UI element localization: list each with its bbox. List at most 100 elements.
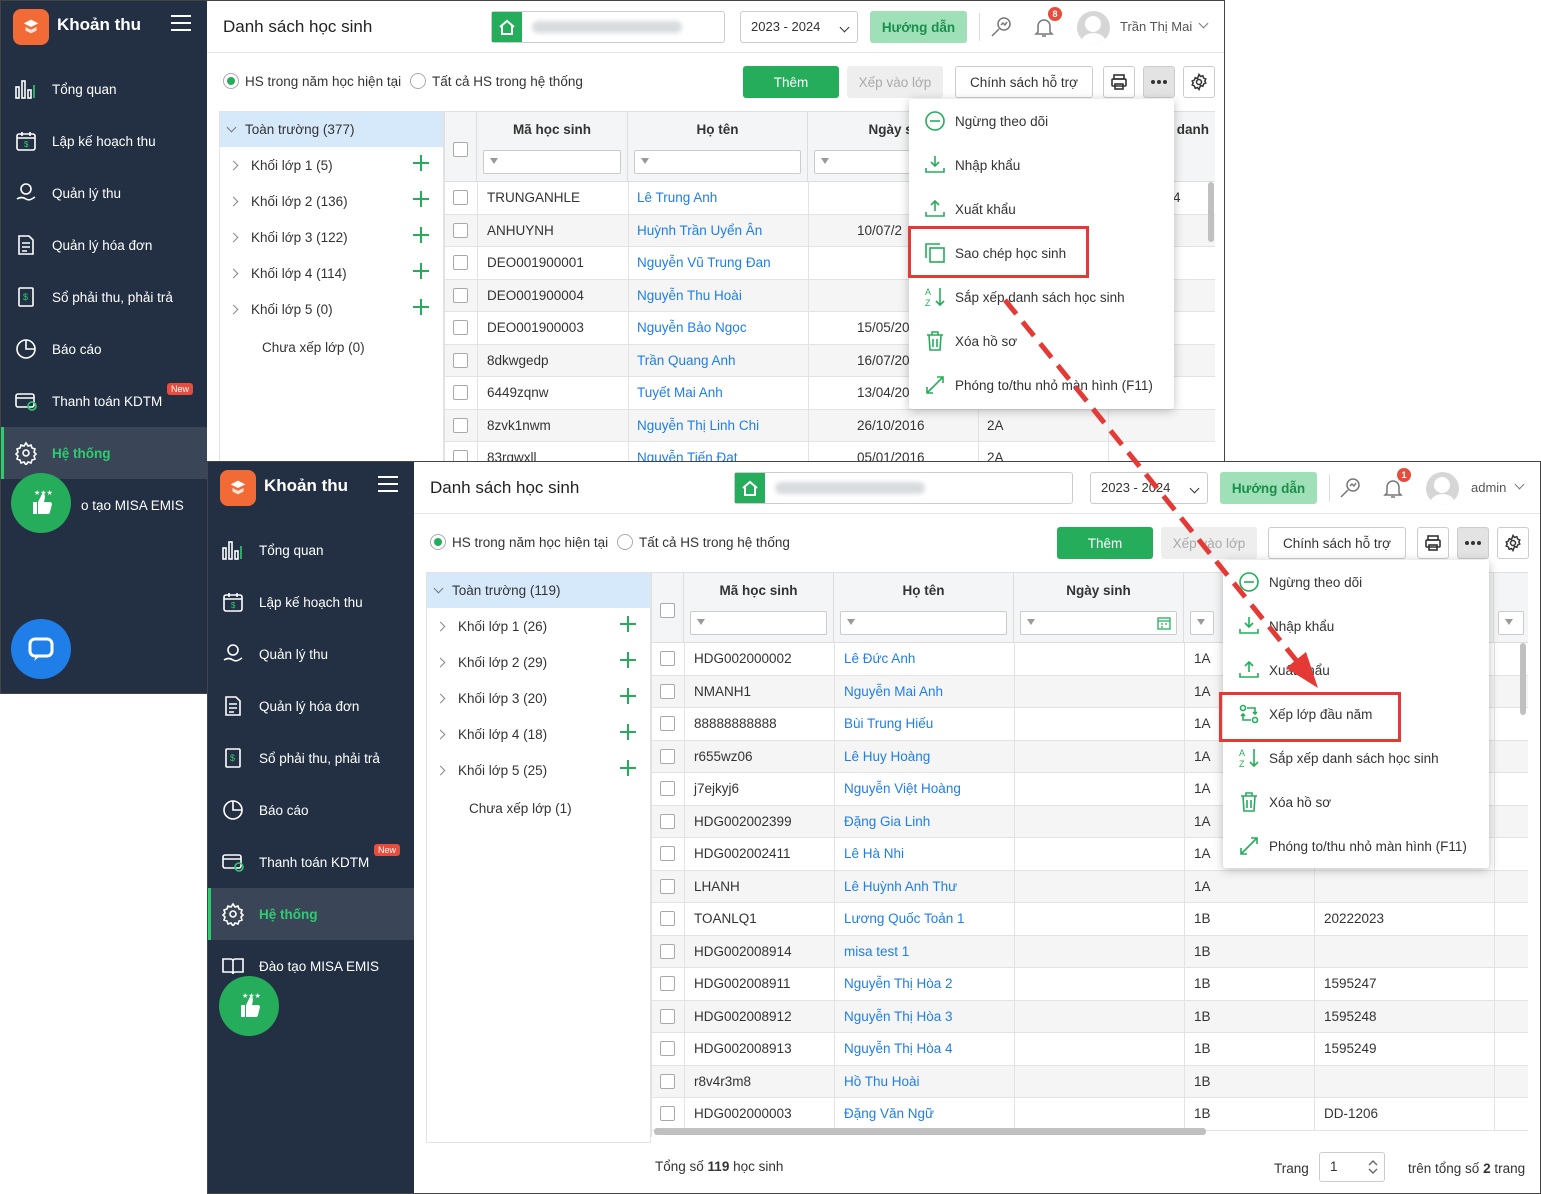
plus-icon[interactable]: [413, 299, 429, 315]
row-checkbox[interactable]: [660, 716, 675, 731]
cell-name[interactable]: Lê Trung Anh: [637, 190, 717, 205]
nav-so-phai-thu[interactable]: $ Sổ phải thu, phải trả: [1, 271, 207, 323]
cell-name[interactable]: Nguyễn Thị Hòa 2: [844, 976, 953, 991]
chat-icon[interactable]: [11, 619, 71, 679]
guide-button[interactable]: Hướng dẫn: [870, 11, 967, 43]
cell-name[interactable]: Nguyễn Thị Linh Chi: [637, 418, 759, 433]
add-button[interactable]: Thêm: [1057, 527, 1153, 559]
row-checkbox[interactable]: [660, 1041, 675, 1056]
tree-root[interactable]: Toàn trường (119): [427, 573, 650, 608]
tree-item[interactable]: Khối lớp 4 (114): [220, 255, 443, 291]
cell-name[interactable]: Huỳnh Trần Uyển Ân: [637, 223, 762, 238]
plus-icon[interactable]: [413, 155, 429, 171]
user-name[interactable]: admin: [1471, 480, 1506, 495]
row-checkbox[interactable]: [453, 222, 468, 238]
cell-name[interactable]: Lê Hà Nhi: [844, 846, 904, 861]
bell-icon[interactable]: 1: [1379, 468, 1411, 502]
menu-item-stop-tracking[interactable]: Ngừng theo dõi: [909, 99, 1174, 143]
tree-root[interactable]: Toàn trường (377): [220, 112, 443, 147]
row-checkbox[interactable]: [453, 287, 468, 303]
vertical-scrollbar[interactable]: [1520, 643, 1526, 715]
row-checkbox[interactable]: [660, 683, 675, 699]
plus-icon[interactable]: [620, 652, 636, 668]
nav-he-thong[interactable]: Hệ thống: [1, 427, 207, 479]
select-all-checkbox[interactable]: [453, 142, 468, 157]
nav-thanh-toan-kdtm[interactable]: Thanh toán KDTM New: [1, 375, 207, 427]
menu-item-fullscreen[interactable]: Phóng to/thu nhỏ màn hình (F11): [1223, 824, 1489, 868]
cell-name[interactable]: Lê Đức Anh: [844, 651, 915, 666]
table-row[interactable]: LHANH Lê Huỳnh Anh Thư 1A: [652, 870, 1528, 903]
menu-item-delete[interactable]: Xóa hồ sơ: [909, 319, 1174, 363]
filter-icon[interactable]: [840, 611, 1007, 635]
table-row[interactable]: TOANLQ1 Lương Quốc Toản 1 1B 20222023: [652, 903, 1528, 936]
more-icon[interactable]: [1143, 66, 1175, 98]
table-row[interactable]: r8v4r3m8 Hồ Thu Hoài 1B: [652, 1065, 1528, 1098]
menu-item-sort[interactable]: A Z Sắp xếp danh sách học sinh: [1223, 736, 1489, 780]
nav-tong-quan[interactable]: Tổng quan: [1, 63, 207, 115]
radio-all-students[interactable]: Tất cả HS trong hệ thống: [617, 534, 790, 550]
nav-lap-ke-hoach-thu[interactable]: $ Lập kế hoạch thu: [208, 576, 414, 628]
row-checkbox[interactable]: [660, 1106, 675, 1121]
radio-current-year[interactable]: HS trong năm học hiện tại: [430, 534, 608, 550]
cell-name[interactable]: Lê Huy Hoàng: [844, 749, 930, 764]
nav-thanh-toan-kdtm[interactable]: Thanh toán KDTM New: [208, 836, 414, 888]
school-selector[interactable]: [491, 11, 725, 43]
cell-name[interactable]: Nguyễn Thị Hòa 3: [844, 1009, 953, 1024]
row-checkbox[interactable]: [660, 651, 675, 666]
table-row[interactable]: HDG002008911 Nguyễn Thị Hòa 2 1B 1595247: [652, 968, 1528, 1001]
menu-item-import[interactable]: Nhập khẩu: [1223, 604, 1489, 648]
support-policy-button[interactable]: Chính sách hỗ trợ: [955, 66, 1093, 98]
filter-icon[interactable]: [690, 611, 827, 635]
tree-unassigned[interactable]: Chưa xếp lớp (1): [427, 788, 650, 828]
nav-he-thong[interactable]: Hệ thống: [208, 888, 414, 940]
row-checkbox[interactable]: [453, 255, 468, 270]
tree-item[interactable]: Khối lớp 3 (20): [427, 680, 650, 716]
menu-item-delete[interactable]: Xóa hồ sơ: [1223, 780, 1489, 824]
radio-current-year[interactable]: HS trong năm học hiện tại: [223, 73, 401, 89]
more-icon[interactable]: [1457, 527, 1489, 559]
year-select[interactable]: 2023 - 2024: [740, 11, 858, 43]
menu-item-import[interactable]: Nhập khẩu: [909, 143, 1174, 187]
school-selector[interactable]: [734, 472, 1073, 504]
settings-icon[interactable]: [1183, 66, 1215, 98]
tree-item[interactable]: Khối lớp 5 (25): [427, 752, 650, 788]
like-icon[interactable]: ★★★: [11, 473, 71, 533]
tree-item[interactable]: Khối lớp 5 (0): [220, 291, 443, 327]
user-name[interactable]: Trần Thị Mai: [1120, 19, 1192, 34]
row-checkbox[interactable]: [453, 417, 468, 433]
nav-lap-ke-hoach-thu[interactable]: $ Lập kế hoạch thu: [1, 115, 207, 167]
cell-name[interactable]: Đặng Gia Linh: [844, 814, 930, 829]
tree-item[interactable]: Khối lớp 2 (136): [220, 183, 443, 219]
row-checkbox[interactable]: [453, 320, 468, 335]
tree-unassigned[interactable]: Chưa xếp lớp (0): [220, 327, 443, 367]
row-checkbox[interactable]: [660, 943, 675, 959]
cell-name[interactable]: Lương Quốc Toản 1: [844, 911, 964, 926]
cell-name[interactable]: Lê Huỳnh Anh Thư: [844, 879, 957, 894]
nav-bao-cao[interactable]: Báo cáo: [208, 784, 414, 836]
nav-bao-cao[interactable]: Báo cáo: [1, 323, 207, 375]
cell-name[interactable]: Bùi Trung Hiếu: [844, 716, 933, 731]
filter-icon[interactable]: [1020, 611, 1177, 635]
cell-name[interactable]: Tuyết Mai Anh: [637, 385, 723, 400]
tree-item[interactable]: Khối lớp 3 (122): [220, 219, 443, 255]
tree-item[interactable]: Khối lớp 4 (18): [427, 716, 650, 752]
nav-quan-ly-thu[interactable]: Quản lý thu: [208, 628, 414, 680]
like-icon[interactable]: ★★★: [219, 976, 279, 1036]
nav-quan-ly-hoa-don[interactable]: Quản lý hóa đơn: [1, 219, 207, 271]
plus-icon[interactable]: [620, 760, 636, 776]
menu-item-export[interactable]: Xuất khẩu: [909, 187, 1174, 231]
row-checkbox[interactable]: [453, 352, 468, 368]
analytics-icon[interactable]: [1336, 474, 1364, 502]
cell-name[interactable]: Hồ Thu Hoài: [844, 1074, 920, 1089]
plus-icon[interactable]: [620, 688, 636, 704]
plus-icon[interactable]: [413, 227, 429, 243]
cell-name[interactable]: Nguyễn Thu Hoài: [637, 288, 742, 303]
menu-icon[interactable]: [378, 476, 398, 494]
analytics-icon[interactable]: [987, 13, 1015, 41]
row-checkbox[interactable]: [660, 781, 675, 796]
nav-so-phai-thu[interactable]: $ Sổ phải thu, phải trả: [208, 732, 414, 784]
row-checkbox[interactable]: [660, 976, 675, 991]
table-row[interactable]: 8zvk1nwm Nguyễn Thị Linh Chi 26/10/2016 2A: [445, 409, 1215, 442]
logo-icon[interactable]: [220, 470, 256, 506]
cell-name[interactable]: Nguyễn Thị Hòa 4: [844, 1041, 953, 1056]
